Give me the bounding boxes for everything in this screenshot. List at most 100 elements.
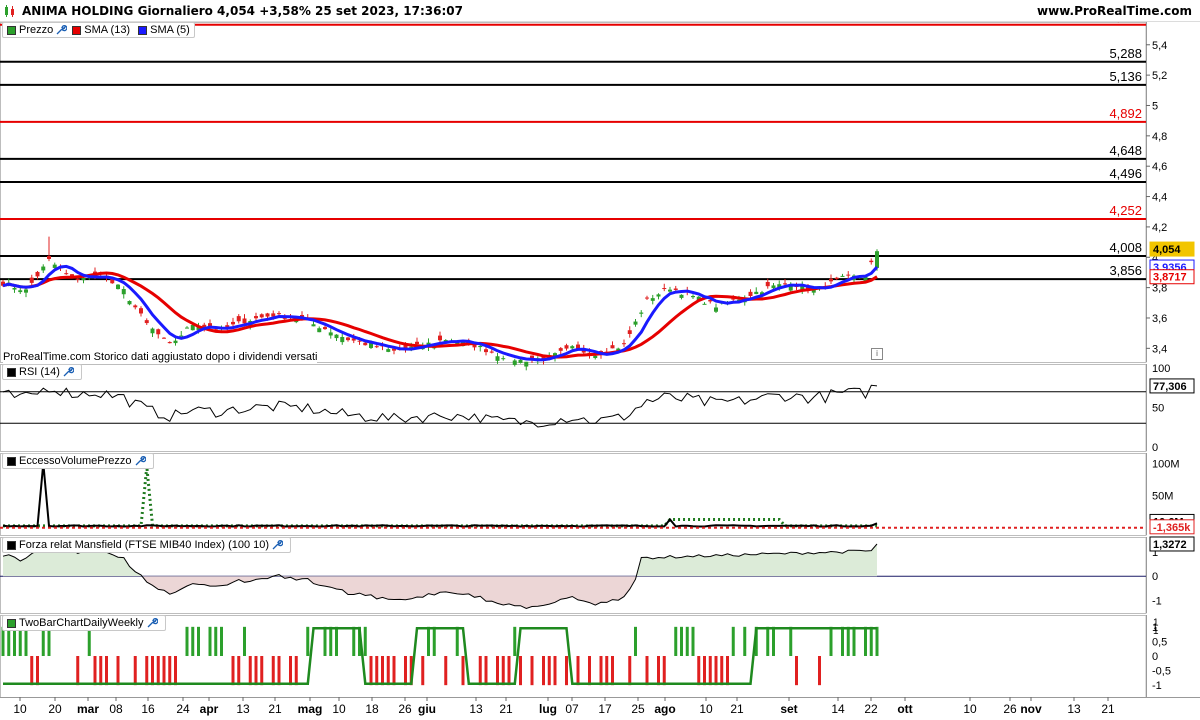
candle-body	[875, 251, 879, 268]
x-tick-label: 13	[469, 702, 483, 716]
candle-body	[650, 298, 655, 301]
x-tick-label: ott	[897, 702, 912, 716]
twobar-pane-frame	[0, 615, 1147, 698]
rsi-swatch	[7, 367, 16, 377]
x-tick-label: 10	[963, 702, 977, 716]
last-price-badge: 4,054	[1153, 244, 1181, 256]
legend-label-sma13: SMA (13)	[84, 24, 131, 36]
volume-legend[interactable]: EccessoVolumePrezzo	[2, 453, 154, 469]
candle-body	[144, 320, 149, 324]
candle-body	[639, 312, 644, 314]
x-tick-label: 18	[365, 702, 379, 716]
rsi-legend[interactable]: RSI (14)	[2, 364, 82, 380]
wrench-icon[interactable]	[146, 617, 158, 629]
wrench-icon[interactable]	[62, 366, 74, 378]
twobar-badge-b: 1	[1153, 626, 1159, 637]
legend-label-mansfield: Forza relat Mansfield (FTSE MIB40 Index)…	[19, 539, 270, 551]
price-legend[interactable]: Prezzo SMA (13) SMA (5)	[2, 22, 195, 38]
level-label-5: 4,496	[1109, 166, 1142, 181]
candle-body	[328, 332, 333, 336]
twobar-legend[interactable]: TwoBarChartDailyWeekly	[2, 615, 166, 631]
candle-body	[150, 328, 155, 334]
candlestick-app-icon	[5, 5, 14, 17]
candle-body	[679, 294, 684, 298]
candle-body	[691, 296, 695, 298]
twobar-bar	[484, 656, 488, 686]
candle-body	[75, 278, 80, 280]
twobar-bar	[697, 656, 701, 686]
level-label-6: 4,252	[1109, 203, 1142, 218]
twobar-bar	[766, 626, 770, 656]
rsi-ytick-label: 100	[1152, 363, 1170, 375]
price-ytick-label: 5	[1152, 100, 1158, 112]
legend-item-sma5[interactable]: SMA (5)	[136, 24, 190, 36]
wrench-icon[interactable]	[55, 24, 68, 36]
legend-item-price[interactable]: Prezzo	[5, 24, 70, 36]
info-icon[interactable]: i	[871, 348, 883, 360]
candle-body	[52, 264, 57, 268]
candle-body	[236, 316, 241, 322]
twobar-bar	[772, 626, 775, 656]
twobar-bar	[731, 626, 735, 656]
candle-body	[139, 308, 143, 314]
legend-item-sma13[interactable]: SMA (13)	[70, 24, 130, 36]
candle-body	[127, 301, 132, 305]
twobar-swatch	[7, 618, 16, 628]
candle-body	[116, 284, 120, 290]
price-ytick-label: 4,6	[1152, 161, 1167, 173]
rsi-last-badge: 77,306	[1153, 381, 1187, 393]
candle-body	[277, 313, 281, 315]
candle-body	[265, 313, 270, 317]
price-ytick-label: 4,4	[1152, 192, 1167, 204]
x-tick-label: ago	[654, 702, 675, 716]
x-tick-label: 22	[864, 702, 878, 716]
twobar-bar	[7, 626, 11, 656]
mansfield-badge: 1,3272	[1153, 539, 1187, 551]
wrench-icon[interactable]	[134, 455, 146, 467]
x-tick-label: 26	[1003, 702, 1017, 716]
level-label-8: 3,856	[1109, 263, 1142, 278]
twobar-bar	[657, 656, 660, 686]
candle-body	[524, 361, 529, 367]
twobar-bar	[375, 656, 379, 686]
brand-link[interactable]: www.ProRealTime.com	[1037, 4, 1192, 18]
twobar-bar	[841, 626, 844, 656]
twobar-bar	[432, 626, 436, 656]
twobar-bar	[714, 656, 718, 686]
candle-body	[771, 285, 776, 289]
candle-body	[512, 360, 517, 365]
rsi-pane-frame	[0, 364, 1147, 452]
candle-body	[702, 303, 707, 305]
candle-body	[765, 281, 770, 287]
twobar-ytick-label: 0,5	[1152, 636, 1167, 648]
twobar-bar	[829, 626, 833, 656]
twobar-bar	[352, 626, 356, 656]
twobar-bar	[277, 656, 281, 686]
twobar-bar	[156, 656, 160, 686]
twobar-bar	[421, 656, 425, 686]
mansfield-legend[interactable]: Forza relat Mansfield (FTSE MIB40 Index)…	[2, 537, 292, 553]
twobar-bar	[243, 626, 246, 656]
candle-body	[363, 342, 368, 346]
candle-body	[478, 345, 483, 348]
candle-body	[179, 335, 184, 337]
twobar-bar	[553, 656, 557, 686]
x-tick-label: 13	[236, 702, 250, 716]
twobar-bar	[220, 626, 223, 656]
candle-body	[185, 327, 189, 329]
candle-body	[645, 297, 649, 299]
twobar-bar	[392, 656, 396, 686]
twobar-bar	[444, 656, 448, 686]
twobar-bar	[36, 656, 39, 686]
twobar-bar	[76, 656, 80, 686]
twobar-bar	[818, 656, 821, 686]
twobar-bar	[18, 626, 22, 656]
twobar-bar	[496, 656, 499, 686]
twobar-bar	[162, 656, 166, 686]
candle-body	[748, 291, 753, 297]
wrench-icon[interactable]	[271, 539, 284, 551]
mansfield-ytick-label: -1	[1152, 596, 1162, 608]
level-label-3: 4,892	[1109, 106, 1142, 121]
twobar-bar	[214, 626, 218, 656]
x-tick-label: set	[780, 702, 797, 716]
